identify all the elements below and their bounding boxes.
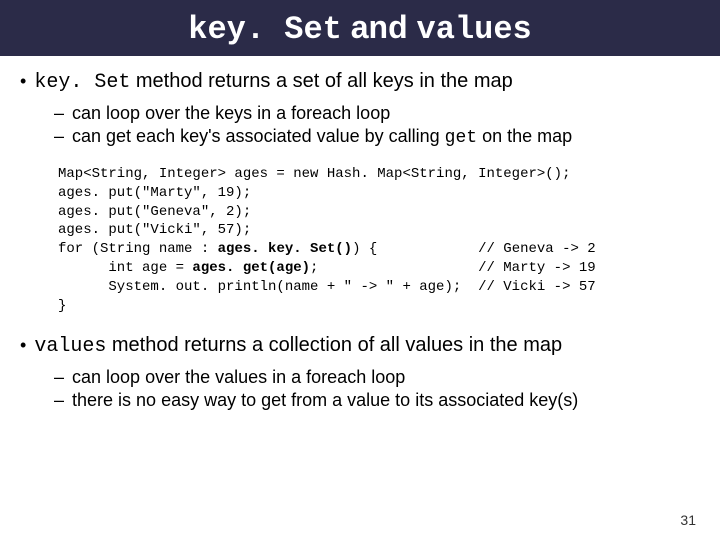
title-joiner: and: [342, 9, 417, 45]
code-line: }: [58, 298, 66, 314]
sublist-keyset: – can loop over the keys in a foreach lo…: [54, 102, 690, 151]
sub-text-suffix: on the map: [477, 126, 572, 146]
bullet-keyset-code: key. Set: [34, 71, 130, 94]
code-line: for (String name :: [58, 241, 218, 257]
title-code-1: key. Set: [188, 11, 342, 48]
bullet-keyset-text: key. Set method returns a set of all key…: [34, 70, 512, 94]
code-bold: ages. key. Set(): [218, 241, 352, 257]
code-bold: ages. get(age): [192, 260, 310, 276]
sub-text-code: get: [445, 128, 477, 148]
dash-icon: –: [54, 389, 64, 412]
dash-icon: –: [54, 125, 64, 148]
bullet-keyset-rest: method returns a set of all keys in the …: [130, 70, 512, 92]
bullet-values-text: values method returns a collection of al…: [34, 334, 562, 358]
code-line: ages. put("Vicki", 57);: [58, 222, 251, 238]
code-line: ; // Marty -> 19: [310, 260, 596, 276]
title-bar: key. Set and values: [0, 0, 720, 56]
bullet-dot: •: [20, 336, 26, 354]
sub-text-prefix: can get each key's associated value by c…: [72, 126, 445, 146]
dash-icon: –: [54, 366, 64, 389]
code-line: Map<String, Integer> ages = new Hash. Ma…: [58, 166, 570, 182]
code-line: int age =: [58, 260, 192, 276]
sublist-values: – can loop over the values in a foreach …: [54, 366, 690, 413]
code-line: System. out. println(name + " -> " + age…: [58, 279, 596, 295]
sub-item: – can loop over the values in a foreach …: [54, 366, 690, 389]
sub-item: – there is no easy way to get from a val…: [54, 389, 690, 412]
sub-item: – can loop over the keys in a foreach lo…: [54, 102, 690, 125]
bullet-values: • values method returns a collection of …: [20, 334, 690, 358]
sub-text: can loop over the values in a foreach lo…: [72, 366, 405, 389]
bullet-keyset: • key. Set method returns a set of all k…: [20, 70, 690, 94]
code-line: ages. put("Geneva", 2);: [58, 204, 251, 220]
sub-text: can get each key's associated value by c…: [72, 125, 572, 150]
dash-icon: –: [54, 102, 64, 125]
title-code-2: values: [417, 11, 532, 48]
sub-text: there is no easy way to get from a value…: [72, 389, 578, 412]
sub-text: can loop over the keys in a foreach loop: [72, 102, 390, 125]
sub-item: – can get each key's associated value by…: [54, 125, 690, 150]
bullet-dot: •: [20, 72, 26, 90]
bullet-values-rest: method returns a collection of all value…: [106, 334, 562, 356]
code-line: ages. put("Marty", 19);: [58, 185, 251, 201]
bullet-values-code: values: [34, 335, 106, 358]
slide-number: 31: [680, 512, 696, 528]
code-block: Map<String, Integer> ages = new Hash. Ma…: [58, 165, 690, 316]
slide-content: • key. Set method returns a set of all k…: [0, 56, 720, 413]
code-line: ) { // Geneva -> 2: [352, 241, 596, 257]
slide-title: key. Set and values: [188, 9, 532, 48]
